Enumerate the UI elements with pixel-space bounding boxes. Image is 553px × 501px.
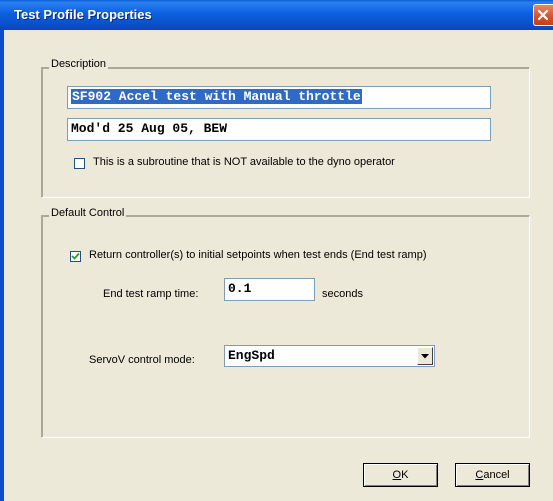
close-x-icon [537,9,549,21]
servov-mode-dropdown-button[interactable] [417,347,433,365]
ok-button[interactable]: OK [363,463,438,487]
window-title: Test Profile Properties [14,7,152,22]
ramp-time-value: 0.1 [228,281,252,296]
chevron-down-icon [421,354,429,359]
profile-notes-text: Mod'd 25 Aug 05, BEW [71,121,228,136]
return-setpoints-label[interactable]: Return controller(s) to initial setpoint… [89,249,426,261]
description-group-label: Description [49,58,109,70]
ok-button-label: K [401,469,409,481]
ramp-time-units: seconds [322,288,363,300]
profile-name-selected-text: SF902 Accel test with Manual throttle [71,89,362,104]
ramp-time-label: End test ramp time: [103,288,199,300]
cancel-button-label: ancel [483,469,510,481]
servov-mode-label: ServoV control mode: [89,354,195,366]
profile-notes-field[interactable]: Mod'd 25 Aug 05, BEW [67,118,491,141]
servov-mode-value: EngSpd [228,348,275,363]
ramp-time-input[interactable]: 0.1 [224,278,315,301]
subroutine-checkbox[interactable] [74,158,85,169]
window-frame-edge [0,30,4,501]
checkmark-icon [71,252,80,260]
title-bar[interactable]: Test Profile Properties [0,0,553,30]
cancel-button[interactable]: Cancel [455,463,530,487]
servov-mode-select[interactable]: EngSpd [224,345,435,367]
subroutine-checkbox-label[interactable]: This is a subroutine that is NOT availab… [93,156,395,168]
return-setpoints-checkbox[interactable] [70,251,81,262]
default-control-group-label: Default Control [49,207,127,219]
ok-button-accelerator: O [392,469,402,481]
close-button[interactable] [533,4,553,26]
profile-name-field[interactable]: SF902 Accel test with Manual throttle [67,86,491,109]
